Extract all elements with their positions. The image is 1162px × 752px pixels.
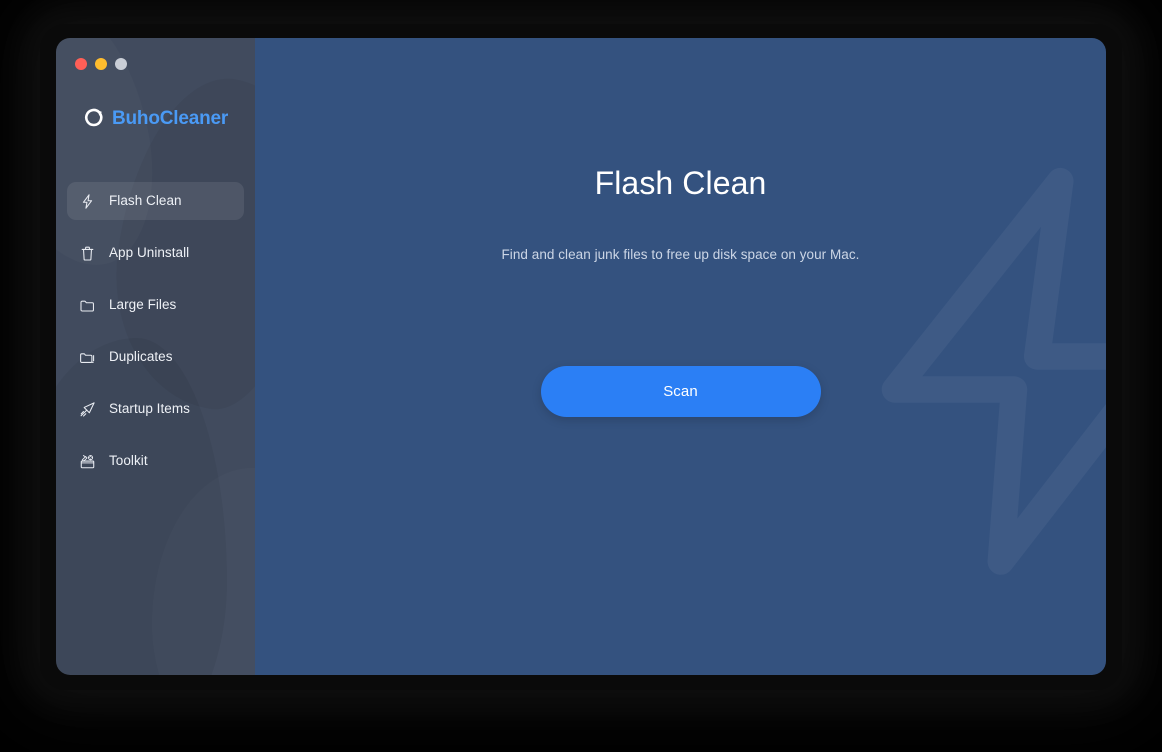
sidebar-item-label: App Uninstall: [109, 245, 190, 261]
sidebar-item-toolkit[interactable]: Toolkit: [67, 442, 244, 480]
screenshot-root: BuhoCleaner Flash Clean App Uninstall La…: [0, 0, 1162, 752]
sidebar-item-large-files[interactable]: Large Files: [67, 286, 244, 324]
main-content: Flash Clean Find and clean junk files to…: [255, 38, 1106, 675]
sidebar-nav: Flash Clean App Uninstall Large Files Du…: [56, 182, 255, 494]
folders-copy-icon: [79, 349, 96, 366]
rocket-icon: [79, 401, 96, 418]
sidebar-item-label: Toolkit: [109, 453, 148, 469]
brand-name: BuhoCleaner: [112, 107, 229, 129]
sidebar-item-app-uninstall[interactable]: App Uninstall: [67, 234, 244, 272]
traffic-lights: [75, 58, 127, 70]
sidebar-item-label: Large Files: [109, 297, 177, 313]
sidebar-item-label: Flash Clean: [109, 193, 182, 209]
sidebar-item-label: Duplicates: [109, 349, 173, 365]
minimize-button[interactable]: [95, 58, 107, 70]
main-panel: Flash Clean Find and clean junk files to…: [255, 38, 1106, 675]
page-subtitle: Find and clean junk files to free up dis…: [501, 247, 860, 263]
sidebar-item-flash-clean[interactable]: Flash Clean: [67, 182, 244, 220]
sidebar-item-label: Startup Items: [109, 401, 190, 417]
zoom-button[interactable]: [115, 58, 127, 70]
sidebar-item-duplicates[interactable]: Duplicates: [67, 338, 244, 376]
buho-owl-logo-icon: [84, 108, 104, 128]
buhocleaner-window: BuhoCleaner Flash Clean App Uninstall La…: [56, 38, 1106, 675]
brand: BuhoCleaner: [84, 108, 228, 128]
sidebar-item-startup-items[interactable]: Startup Items: [67, 390, 244, 428]
close-button[interactable]: [75, 58, 87, 70]
toolbox-icon: [79, 453, 96, 470]
folder-icon: [79, 297, 96, 314]
lightning-bolt-icon: [79, 193, 96, 210]
page-title: Flash Clean: [594, 165, 767, 201]
sidebar: BuhoCleaner Flash Clean App Uninstall La…: [56, 38, 255, 675]
sidebar-decorative-shape-4: [152, 468, 255, 675]
scan-button[interactable]: Scan: [540, 366, 821, 418]
trash-icon: [79, 245, 96, 262]
